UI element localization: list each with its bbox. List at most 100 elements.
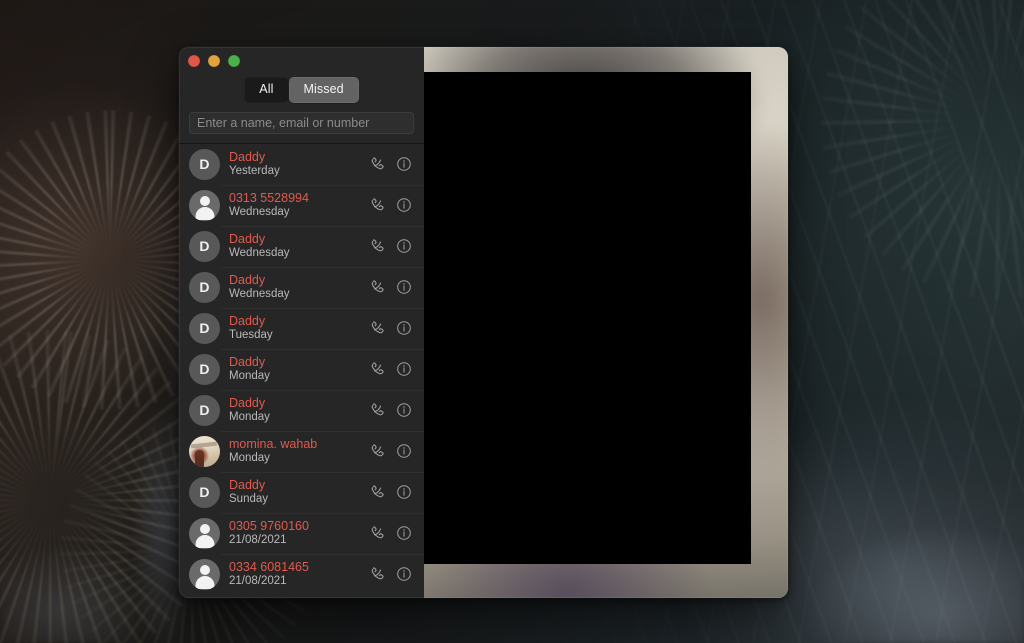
call-timestamp: 21/08/2021 xyxy=(229,575,287,588)
avatar-generic-person-icon xyxy=(189,558,220,590)
person-head-shape xyxy=(199,195,210,206)
phone-handset-icon[interactable] xyxy=(369,197,385,213)
call-row-text: Daddy Monday xyxy=(229,396,363,425)
call-row-actions xyxy=(369,525,412,541)
call-history-row[interactable]: 0334 6081465 21/08/2021 xyxy=(179,553,424,595)
desktop: All Missed DDaddyYesterday0313 5528994We… xyxy=(0,0,1024,643)
avatar-initial-letter: D xyxy=(199,484,210,500)
info-circle-icon[interactable] xyxy=(396,361,412,377)
call-contact-name: Daddy xyxy=(229,231,266,246)
call-history-row[interactable]: 0305 9760160 21/08/2021 xyxy=(179,512,424,554)
video-preview-panel[interactable] xyxy=(424,47,788,598)
call-row-actions xyxy=(369,156,412,172)
video-black-overlay xyxy=(424,72,751,564)
call-timestamp: Wednesday xyxy=(229,206,290,219)
call-row-actions xyxy=(369,279,412,295)
info-circle-icon[interactable] xyxy=(396,197,412,213)
avatar-initial: D xyxy=(189,230,220,262)
phone-handset-icon[interactable] xyxy=(369,320,385,336)
minimize-window-button[interactable] xyxy=(208,55,220,67)
call-contact-name: Daddy xyxy=(229,395,266,410)
wallpaper-seedhead-burst xyxy=(820,0,1024,300)
avatar-photo xyxy=(189,435,220,467)
person-body-shape xyxy=(195,534,214,548)
close-window-button[interactable] xyxy=(188,55,200,67)
call-row-actions xyxy=(369,484,412,500)
phone-handset-icon[interactable] xyxy=(369,443,385,459)
call-timestamp: Monday xyxy=(229,411,270,424)
call-row-text: Daddy Wednesday xyxy=(229,273,363,302)
call-timestamp: Wednesday xyxy=(229,247,290,260)
call-history-row[interactable]: D Daddy Yesterday xyxy=(179,144,424,185)
call-contact-name: Daddy xyxy=(229,313,266,328)
call-history-sidebar: All Missed DDaddyYesterday0313 5528994We… xyxy=(179,47,424,598)
avatar-initial-letter: D xyxy=(199,320,210,336)
info-circle-icon[interactable] xyxy=(396,156,412,172)
call-history-row[interactable]: D Daddy Sunday xyxy=(179,471,424,513)
call-timestamp: 21/08/2021 xyxy=(229,534,287,547)
avatar-generic-person-icon xyxy=(189,189,220,221)
tab-missed[interactable]: Missed xyxy=(288,77,359,103)
info-circle-icon[interactable] xyxy=(396,320,412,336)
call-row-actions xyxy=(369,320,412,336)
avatar-initial: D xyxy=(189,148,220,180)
phone-handset-icon[interactable] xyxy=(369,484,385,500)
avatar-initial: D xyxy=(189,312,220,344)
call-row-actions xyxy=(369,197,412,213)
call-contact-name: momina. wahab xyxy=(229,436,318,451)
info-circle-icon[interactable] xyxy=(396,443,412,459)
avatar-photo-detail xyxy=(190,441,218,448)
phone-handset-icon[interactable] xyxy=(369,402,385,418)
call-row-text: Daddy Wednesday xyxy=(229,232,363,261)
call-history-row[interactable]: D Daddy Monday xyxy=(179,348,424,390)
call-history-row[interactable]: D Daddy Wednesday xyxy=(179,266,424,308)
search-input[interactable] xyxy=(189,111,414,134)
avatar-initial: D xyxy=(189,394,220,426)
call-timestamp: Sunday xyxy=(229,493,269,506)
call-contact-name: Daddy xyxy=(229,354,266,369)
person-head-shape xyxy=(199,523,210,534)
avatar-initial-letter: D xyxy=(199,361,210,377)
info-circle-icon[interactable] xyxy=(396,279,412,295)
call-history-row[interactable]: D Daddy Tuesday xyxy=(179,307,424,349)
info-circle-icon[interactable] xyxy=(396,525,412,541)
phone-handset-icon[interactable] xyxy=(369,525,385,541)
call-history-row[interactable]: D Daddy Monday xyxy=(179,389,424,431)
info-circle-icon[interactable] xyxy=(396,402,412,418)
info-circle-icon[interactable] xyxy=(396,484,412,500)
avatar-initial: D xyxy=(189,271,220,303)
call-filter-segmented-control[interactable]: All Missed xyxy=(179,77,424,103)
call-history-list[interactable]: D Daddy Yesterday 0313 5528994 Wednesday D Dad… xyxy=(179,143,424,598)
avatar-initial-letter: D xyxy=(199,238,210,254)
window-titlebar[interactable] xyxy=(179,47,424,75)
phone-handset-icon[interactable] xyxy=(369,279,385,295)
call-timestamp: Yesterday xyxy=(229,165,280,178)
call-history-row[interactable]: 0313 5528994 Wednesday xyxy=(179,184,424,226)
avatar-initial-letter: D xyxy=(199,402,210,418)
avatar-initial: D xyxy=(189,353,220,385)
call-history-row[interactable]: momina. wahab Monday xyxy=(179,430,424,472)
call-row-actions xyxy=(369,443,412,459)
call-row-text: 0305 9760160 21/08/2021 xyxy=(229,519,363,548)
search-row xyxy=(179,111,424,143)
call-contact-name: 0313 5528994 xyxy=(229,190,309,205)
tab-all[interactable]: All xyxy=(244,77,289,103)
call-row-text: Daddy Monday xyxy=(229,355,363,384)
phone-handset-icon[interactable] xyxy=(369,566,385,582)
phone-handset-icon[interactable] xyxy=(369,361,385,377)
call-row-text: Daddy Tuesday xyxy=(229,314,363,343)
call-history-row[interactable]: D Daddy Wednesday xyxy=(179,225,424,267)
avatar-generic-person-icon xyxy=(189,517,220,549)
person-body-shape xyxy=(195,206,214,220)
call-timestamp: Monday xyxy=(229,452,270,465)
call-contact-name: Daddy xyxy=(229,149,266,164)
call-row-actions xyxy=(369,238,412,254)
phone-handset-icon[interactable] xyxy=(369,156,385,172)
call-timestamp: Wednesday xyxy=(229,288,290,301)
phone-handset-icon[interactable] xyxy=(369,238,385,254)
info-circle-icon[interactable] xyxy=(396,238,412,254)
info-circle-icon[interactable] xyxy=(396,566,412,582)
call-row-actions xyxy=(369,361,412,377)
person-head-shape xyxy=(199,564,210,575)
maximize-window-button[interactable] xyxy=(228,55,240,67)
